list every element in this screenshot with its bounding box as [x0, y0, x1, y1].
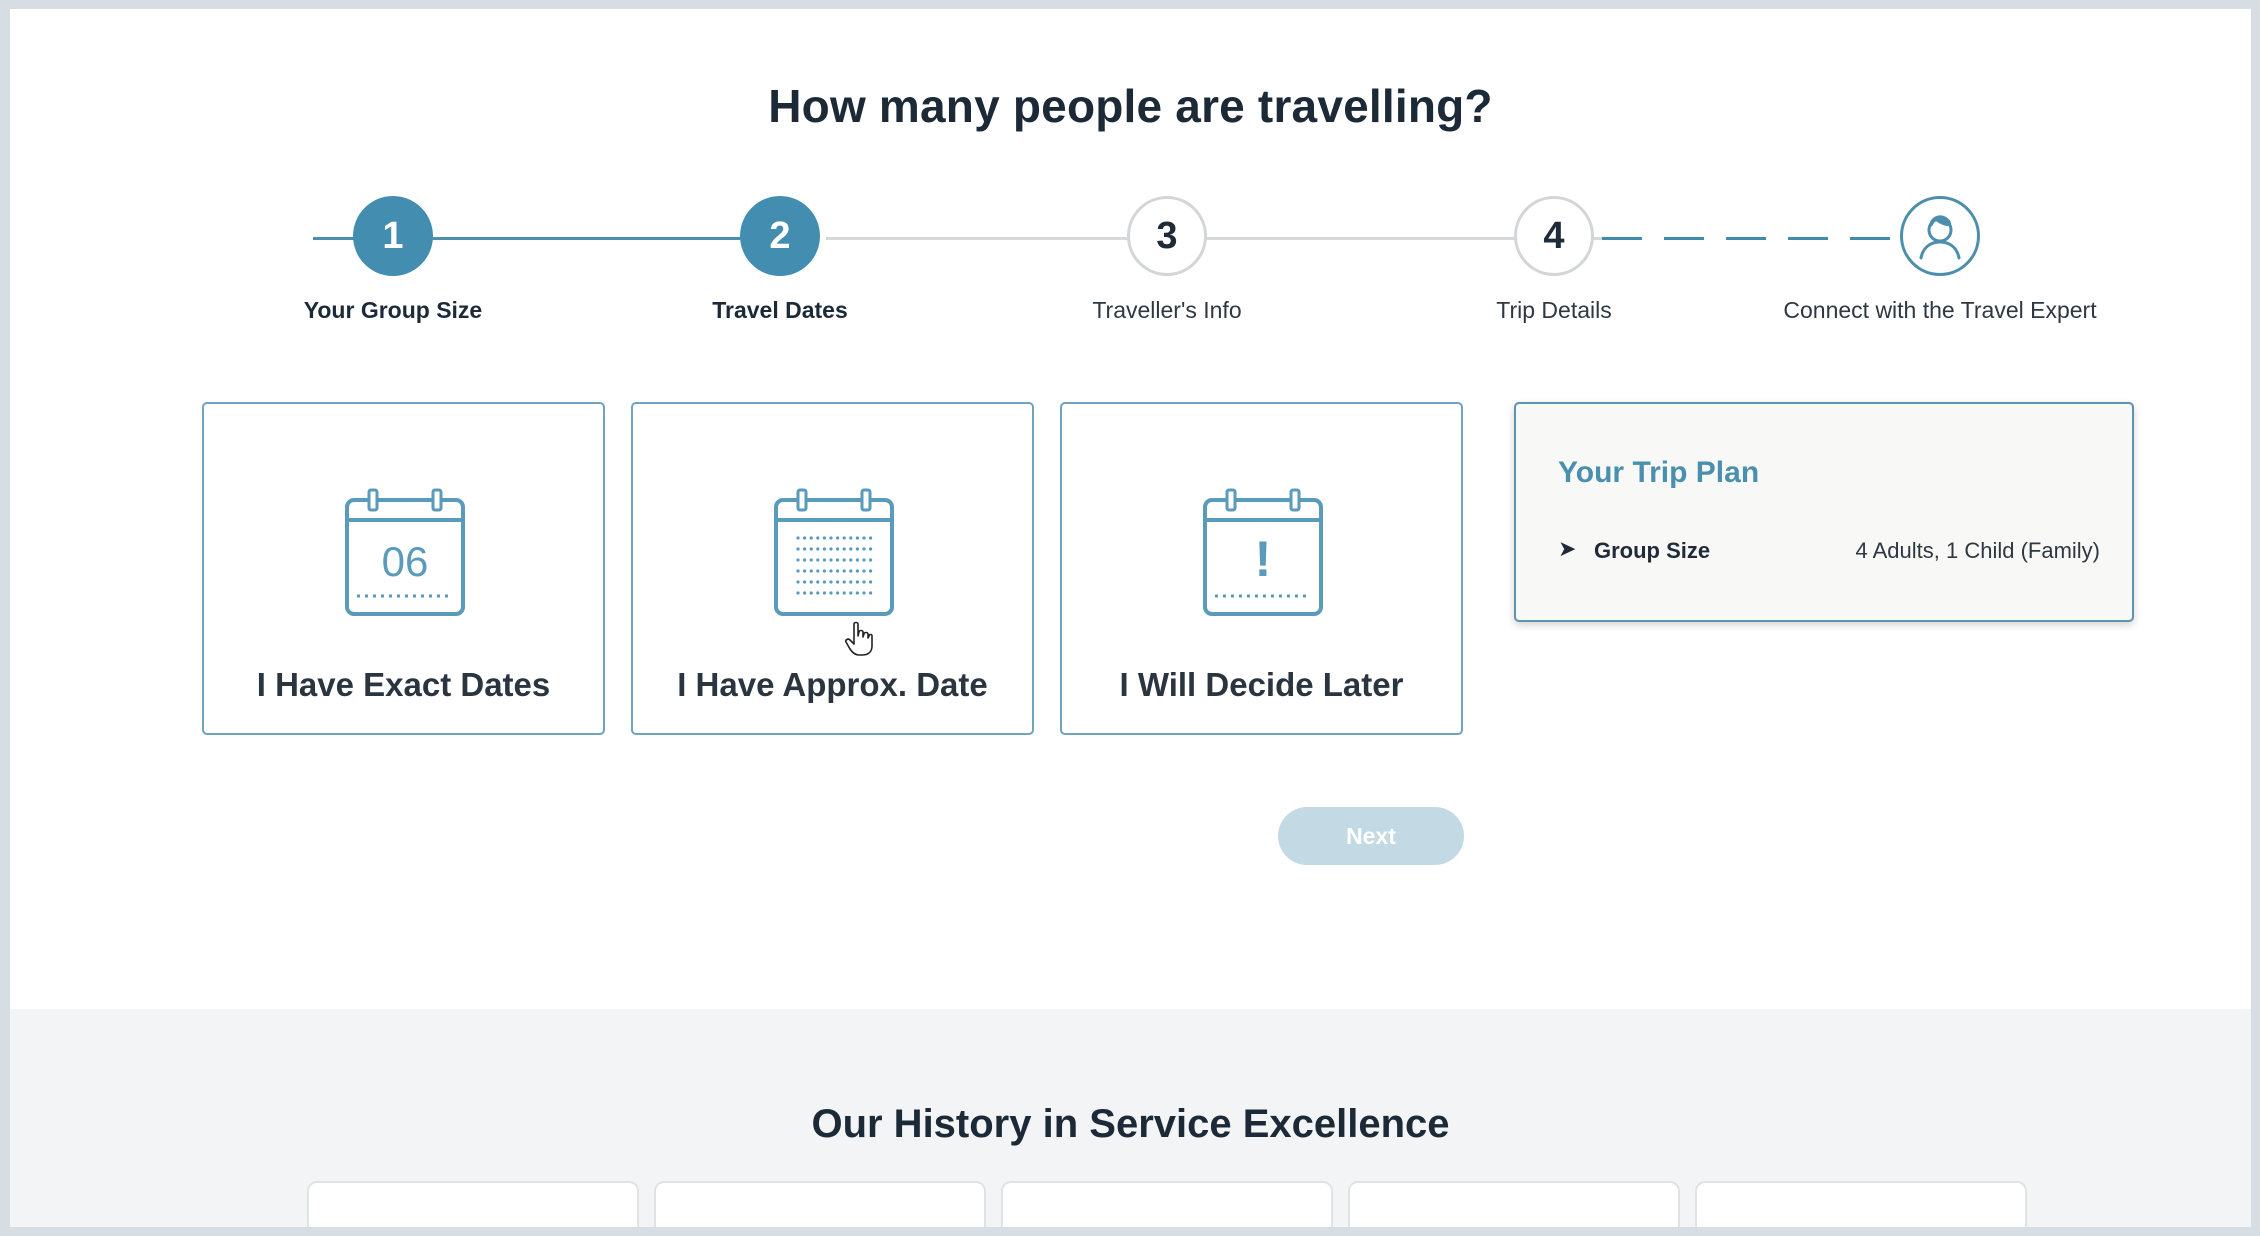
step-4-label: Trip Details: [1496, 297, 1612, 323]
history-card: [307, 1181, 639, 1227]
step-5-circle: [1900, 196, 1980, 276]
step-4-circle: 4: [1514, 196, 1594, 276]
arrow-right-icon: ➤: [1558, 536, 1577, 561]
calendar-exclamation-text: !: [1255, 531, 1272, 587]
trip-plan-key: Group Size: [1594, 538, 1711, 563]
calendar-grid-icon: [774, 488, 894, 616]
approx-date-label: I Have Approx. Date: [677, 666, 988, 703]
step-2-label: Travel Dates: [712, 297, 848, 323]
calendar-date-icon: 06: [345, 488, 465, 616]
trip-plan-row: ➤ Group Size 4 Adults, 1 Child (Family): [1558, 536, 2100, 566]
person-avatar-icon: [1919, 215, 1961, 260]
exact-dates-card[interactable]: 06 I Have Exact Dates: [202, 402, 605, 735]
step-3-number: 3: [1156, 214, 1178, 257]
trip-plan-value: 4 Adults, 1 Child (Family): [1855, 538, 2100, 563]
step-1-label: Your Group Size: [303, 297, 483, 323]
history-card: [1001, 1181, 1333, 1227]
trip-plan-title: Your Trip Plan: [1558, 456, 1760, 489]
history-card: [1695, 1181, 2027, 1227]
progress-stepper: 1 2 3 4 Your Group Size Travel Dates Tra…: [10, 9, 2251, 349]
approx-date-card[interactable]: I Have Approx. Date: [631, 402, 1034, 735]
step-1-circle[interactable]: 1: [353, 196, 433, 276]
hand-cursor-icon: [845, 621, 873, 656]
step-1-number: 1: [382, 214, 404, 257]
exact-dates-label: I Have Exact Dates: [256, 666, 551, 703]
step-2-circle[interactable]: 2: [740, 196, 820, 276]
calendar-date-text: 06: [382, 538, 429, 585]
trip-plan-panel: Your Trip Plan ➤ Group Size 4 Adults, 1 …: [1514, 402, 2134, 622]
history-card: [654, 1181, 986, 1227]
decide-later-label: I Will Decide Later: [1119, 666, 1404, 703]
calendar-exclamation-icon: !: [1203, 488, 1323, 616]
step-2-number: 2: [769, 214, 791, 257]
step-3-label: Traveller's Info: [1092, 297, 1242, 323]
decide-later-card[interactable]: ! I Will Decide Later: [1060, 402, 1463, 735]
next-button[interactable]: Next: [1278, 807, 1464, 865]
page: How many people are travelling? 1 2 3 4 …: [10, 9, 2251, 1227]
step-4-number: 4: [1543, 214, 1565, 257]
step-3-circle: 3: [1127, 196, 1207, 276]
history-card: [1348, 1181, 1680, 1227]
history-title: Our History in Service Excellence: [811, 1102, 1450, 1146]
step-5-label: Connect with the Travel Expert: [1783, 297, 2097, 323]
section-divider: [10, 1010, 2251, 1023]
